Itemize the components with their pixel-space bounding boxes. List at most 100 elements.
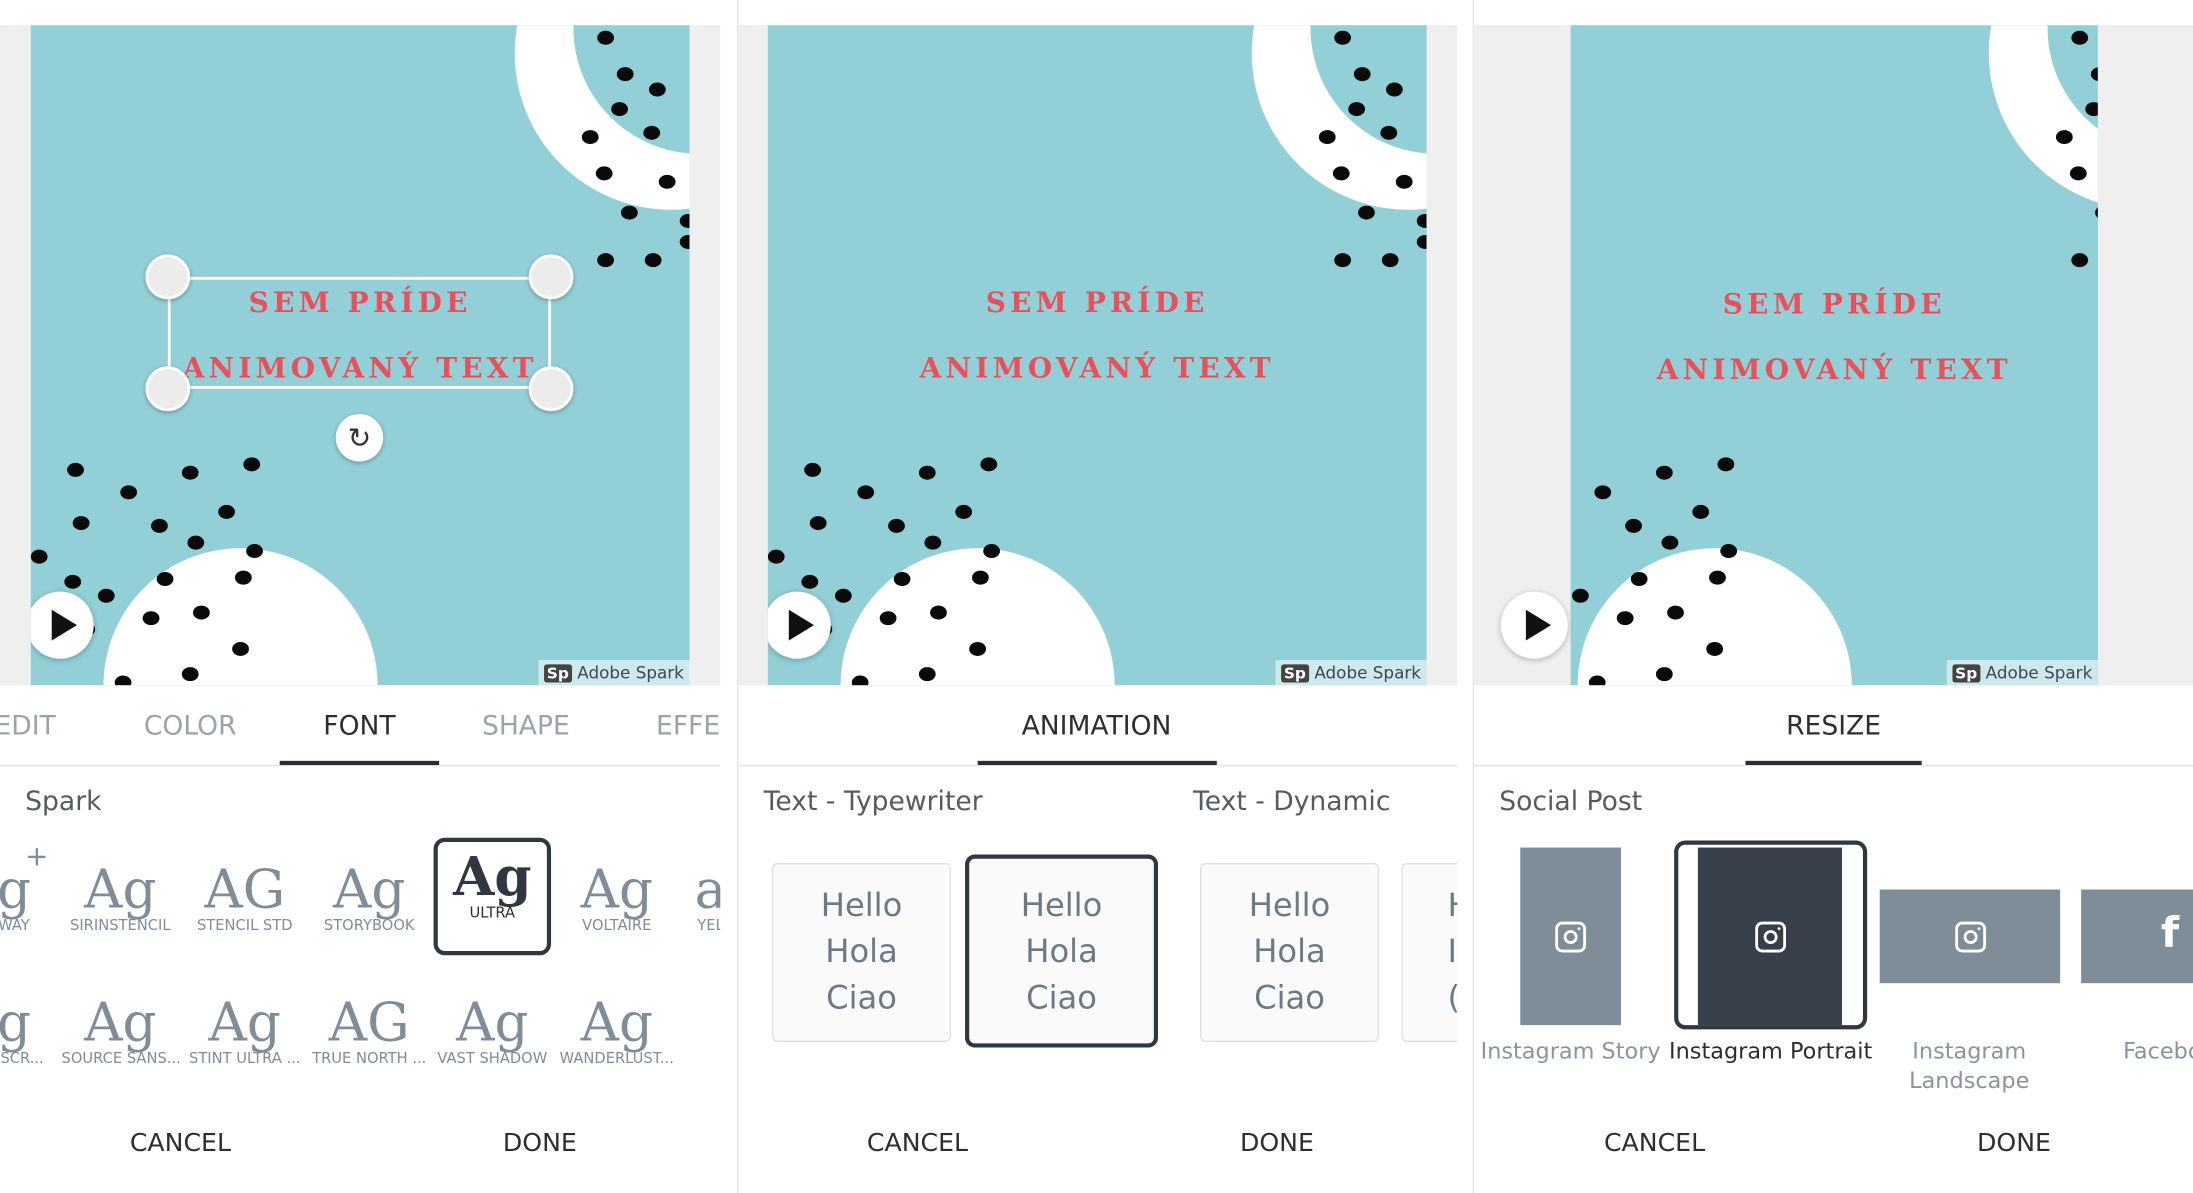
dot xyxy=(1332,166,1350,181)
dot xyxy=(658,174,676,189)
dot xyxy=(232,641,249,656)
dot xyxy=(1655,667,1673,682)
animation-option[interactable]: Hello Hola Ciao xyxy=(772,862,952,1042)
dot xyxy=(648,82,666,97)
tab-font[interactable]: FONT xyxy=(323,710,395,741)
font-option[interactable]: AG STENCIL STD xyxy=(186,859,303,935)
font-preview-glyph: Ag xyxy=(580,991,653,1054)
dot xyxy=(809,516,827,531)
section-title-typewriter: Text - Typewriter xyxy=(763,786,983,817)
selection-box[interactable] xyxy=(167,276,552,389)
font-option[interactable]: Ag WANDERLUST... xyxy=(558,992,675,1068)
dot xyxy=(980,457,998,472)
font-option[interactable]: Ag ULTRA xyxy=(433,837,552,956)
play-icon[interactable] xyxy=(1500,591,1568,659)
dot xyxy=(930,605,947,620)
resize-handle-bottom-left[interactable] xyxy=(145,366,191,412)
tab-color[interactable]: COLOR xyxy=(144,710,237,741)
card-line: Hello xyxy=(1248,888,1331,925)
font-name: STORYBOOK xyxy=(323,917,415,935)
watermark-text: Adobe Spark xyxy=(1314,662,1421,683)
dot xyxy=(804,462,821,477)
design-text-line2: ANIMOVANÝ TEXT xyxy=(1656,352,2012,387)
animation-option-partial[interactable]: HI ( xyxy=(1401,862,1458,1042)
font-preview-glyph: Ag xyxy=(453,844,532,908)
resize-handle-top-left[interactable] xyxy=(145,254,191,300)
dot xyxy=(834,588,852,603)
tab-bar: ANIMATION xyxy=(738,685,1458,767)
font-option[interactable]: Ag SIRINSTENCIL xyxy=(62,859,179,935)
size-instagram-story[interactable] xyxy=(1520,847,1621,1026)
animation-option[interactable]: Hello Hola Ciao xyxy=(1199,862,1380,1042)
font-preview-glyph: Ag xyxy=(333,858,406,921)
dot xyxy=(597,253,614,268)
instagram-icon xyxy=(1555,920,1587,952)
spark-logo: Sp xyxy=(543,663,572,682)
dot xyxy=(187,535,205,550)
dot xyxy=(156,572,174,587)
watermark: Sp Adobe Spark xyxy=(1946,660,2098,686)
dot xyxy=(1416,234,1427,249)
tab-edit[interactable]: EDIT xyxy=(0,710,56,741)
tab-resize[interactable]: RESIZE xyxy=(1786,710,1881,741)
canvas-area: SEM PRÍDE ANIMOVANÝ TEXT ↻ Sp Adobe Spark xyxy=(0,25,721,686)
size-facebook[interactable]: f xyxy=(2081,889,2193,984)
design-canvas[interactable]: SEM PRÍDE ANIMOVANÝ TEXT ↻ Sp Adobe Spark xyxy=(30,25,690,686)
dot xyxy=(2095,207,2098,218)
dot xyxy=(1616,611,1634,626)
dot xyxy=(1667,605,1684,620)
dot xyxy=(1381,253,1399,268)
done-button[interactable]: DONE xyxy=(503,1129,577,1158)
tab-effects[interactable]: EFFE xyxy=(656,710,720,741)
dot xyxy=(97,588,115,603)
resize-handle-top-right[interactable] xyxy=(528,254,574,300)
size-instagram-landscape[interactable] xyxy=(1879,889,2061,984)
font-name: WANDERLUST... xyxy=(559,1050,674,1068)
font-option[interactable]: Ag SOURCE SANS... xyxy=(61,991,181,1068)
done-button[interactable]: DONE xyxy=(1240,1129,1314,1158)
tab-shape[interactable]: SHAPE xyxy=(482,710,570,741)
font-option[interactable]: Ag VAST SHADOW xyxy=(434,992,551,1068)
card-line: Hola xyxy=(825,934,898,971)
dot xyxy=(611,102,628,117)
tab-animation[interactable]: ANIMATION xyxy=(1022,710,1172,741)
dot xyxy=(1395,174,1413,189)
section-title: Spark xyxy=(25,786,102,817)
cancel-button[interactable]: CANCEL xyxy=(867,1129,968,1158)
rotate-icon[interactable]: ↻ xyxy=(335,413,384,462)
font-panel: SEM PRÍDE ANIMOVANÝ TEXT ↻ Sp Adobe Spark… xyxy=(0,0,721,1193)
font-preview-glyph: Ag xyxy=(208,991,281,1054)
font-option[interactable]: Ag STORYBOOK xyxy=(310,859,427,935)
design-canvas[interactable]: SEM PRÍDE ANIMOVANÝ TEXT Sp Adobe Spark xyxy=(767,25,1427,686)
dot xyxy=(1661,535,1679,550)
card-line: Hola xyxy=(1253,934,1326,971)
dot xyxy=(1386,82,1403,97)
design-text-line1: SEM PRÍDE xyxy=(985,285,1209,319)
resize-panel: SEM PRÍDE ANIMOVANÝ TEXT Sp Adobe Spark R… xyxy=(1472,0,2193,1193)
done-button[interactable]: DONE xyxy=(1977,1129,2051,1158)
dot xyxy=(888,518,905,533)
card-line: Ciao xyxy=(826,980,897,1017)
dot xyxy=(2055,130,2073,145)
card-line: Hello xyxy=(820,888,903,925)
instagram-icon xyxy=(1954,920,1986,952)
font-name: SOURCE SANS... xyxy=(61,1050,181,1068)
font-preview-glyph: Ag xyxy=(84,991,157,1054)
design-canvas[interactable]: SEM PRÍDE ANIMOVANÝ TEXT Sp Adobe Spark xyxy=(1570,25,2098,686)
dot xyxy=(120,485,138,500)
font-option[interactable]: aYEL xyxy=(652,859,721,935)
animation-option-selected[interactable]: Hello Hola Ciao xyxy=(965,854,1159,1048)
dot xyxy=(616,67,634,82)
watermark-text: Adobe Spark xyxy=(1985,662,2093,683)
dot xyxy=(2071,30,2089,45)
cancel-button[interactable]: CANCEL xyxy=(1604,1129,1705,1158)
font-option[interactable]: AG TRUE NORTH ... xyxy=(310,992,427,1068)
size-instagram-portrait[interactable] xyxy=(1697,847,1842,1026)
dot xyxy=(181,667,199,682)
font-name: SIRINSTENCIL xyxy=(70,917,171,935)
canvas-area: SEM PRÍDE ANIMOVANÝ TEXT Sp Adobe Spark xyxy=(1474,25,2193,686)
resize-handle-bottom-right[interactable] xyxy=(528,366,574,412)
cancel-button[interactable]: CANCEL xyxy=(130,1129,231,1158)
dot xyxy=(893,572,911,587)
font-option[interactable]: Ag STINT ULTRA ... xyxy=(186,992,303,1068)
